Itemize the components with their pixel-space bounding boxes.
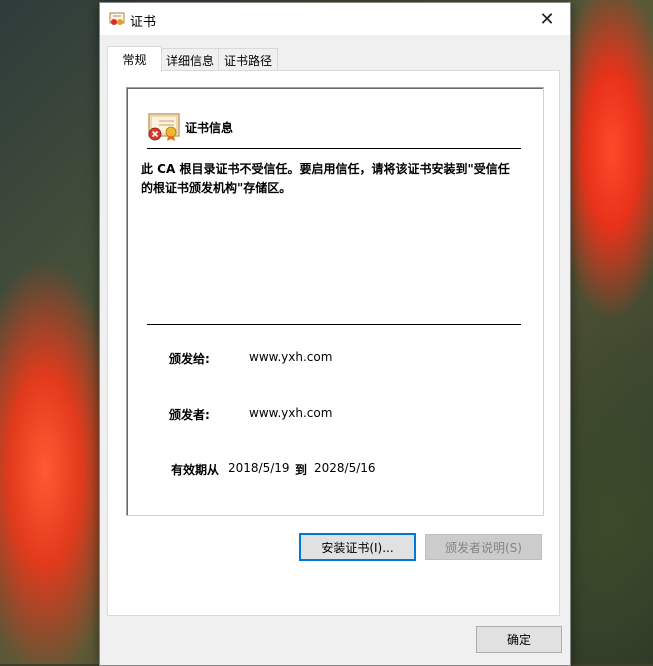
close-button[interactable]: ✕ <box>524 3 570 35</box>
install-certificate-button[interactable]: 安装证书(I)... <box>299 533 416 561</box>
tab-details[interactable]: 详细信息 <box>160 48 220 71</box>
certificate-icon <box>109 12 125 25</box>
issued-to-value: www.yxh.com <box>249 350 333 364</box>
issued-by-label: 颁发者: <box>169 408 210 422</box>
window-title: 证书 <box>130 15 157 30</box>
certificate-dialog: 证书 ✕ 常规 详细信息 证书路径 证书信息 此 CA 根目录证书不受信任。要启… <box>99 2 571 666</box>
tab-label: 常规 <box>122 53 147 67</box>
cert-info-heading: 证书信息 <box>185 121 234 135</box>
details-divider <box>147 324 521 325</box>
valid-from-date: 2018/5/19 <box>228 461 290 475</box>
issued-by-value: www.yxh.com <box>249 406 333 420</box>
tab-label: 证书路径 <box>223 53 272 68</box>
issued-to-label: 颁发给: <box>169 352 210 366</box>
tab-cert-path[interactable]: 证书路径 <box>218 48 278 71</box>
tab-label: 详细信息 <box>165 53 214 68</box>
issuer-statement-button[interactable]: 颁发者说明(S) <box>425 534 542 560</box>
heading-divider <box>147 148 521 149</box>
tab-general[interactable]: 常规 <box>107 46 162 72</box>
certificate-info-frame: 证书信息 此 CA 根目录证书不受信任。要启用信任，请将该证书安装到"受信任的根… <box>126 87 544 516</box>
valid-to-date: 2028/5/16 <box>314 461 376 475</box>
close-icon: ✕ <box>539 8 555 30</box>
ok-button[interactable]: 确定 <box>476 626 562 653</box>
validity-to-label: 到 <box>295 463 308 477</box>
title-bar: 证书 ✕ <box>100 3 570 35</box>
validity-from-label: 有效期从 <box>171 463 220 477</box>
general-tab-panel: 证书信息 此 CA 根目录证书不受信任。要启用信任，请将该证书安装到"受信任的根… <box>107 70 560 616</box>
certificate-untrusted-icon <box>148 113 180 141</box>
untrusted-warning-text: 此 CA 根目录证书不受信任。要启用信任，请将该证书安装到"受信任的根证书颁发机… <box>141 162 510 195</box>
